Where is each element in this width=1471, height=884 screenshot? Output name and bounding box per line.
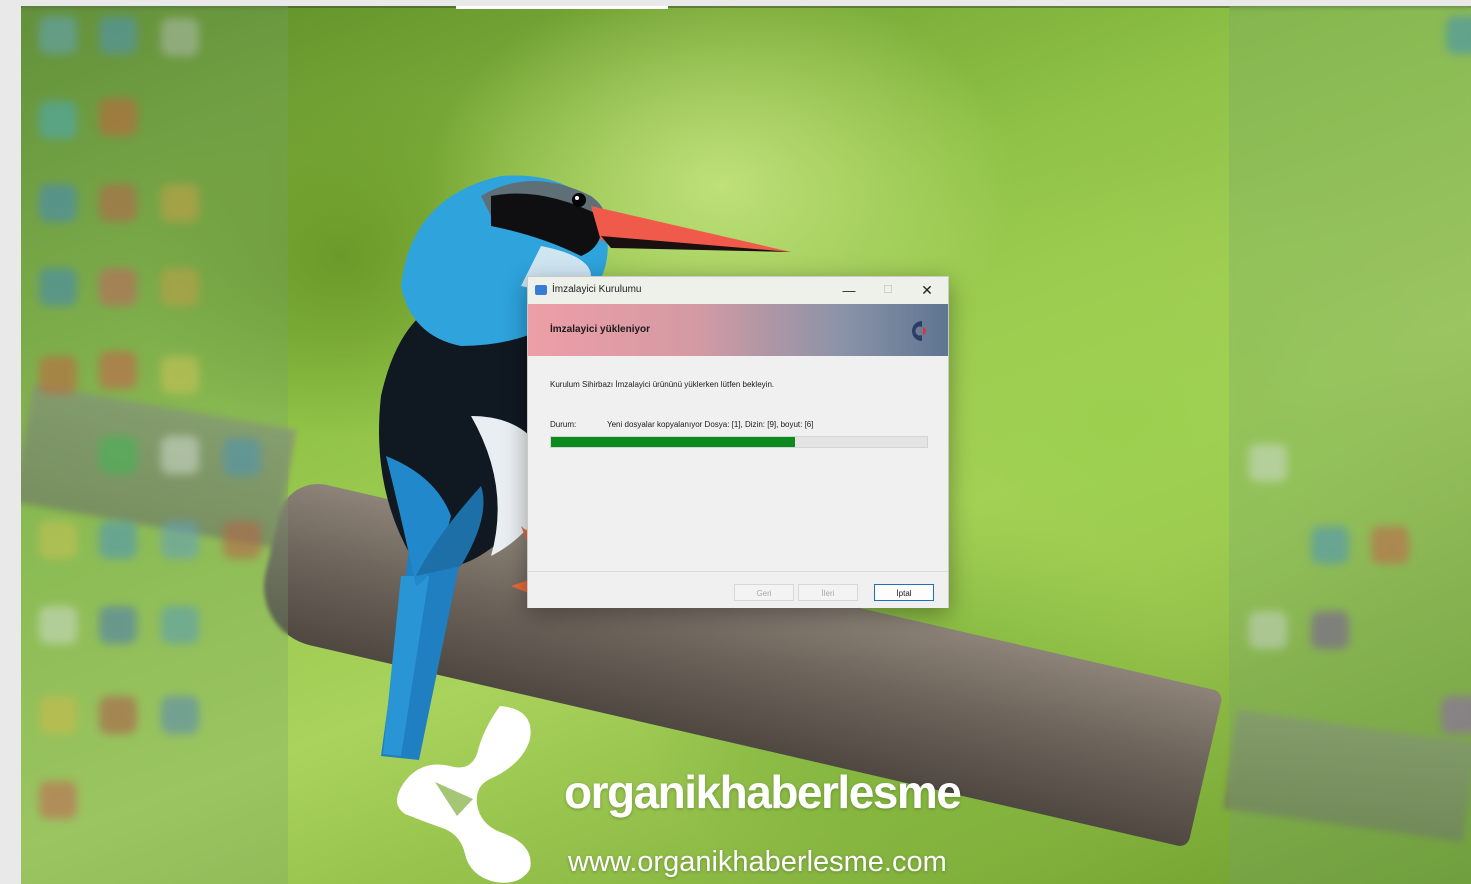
banner-title: İmzalayici yükleniyor — [550, 324, 651, 335]
status-label: Durum: — [550, 420, 577, 429]
next-button[interactable]: İleri — [798, 584, 858, 601]
header-banner: İmzalayici yükleniyor — [528, 304, 948, 356]
cancel-button[interactable]: İptal — [874, 584, 934, 601]
window-title: İmzalayici Kurulumu — [552, 284, 642, 295]
back-button[interactable]: Geri — [734, 584, 794, 601]
installer-app-icon — [535, 285, 547, 295]
button-bar: Geri İleri İptal — [528, 571, 948, 608]
maximize-button[interactable]: ☐ — [869, 277, 907, 304]
blurred-side-right — [1229, 6, 1471, 884]
progress-fill — [551, 437, 796, 447]
installer-window[interactable]: İmzalayici Kurulumu — ☐ ✕ İmzalayici yük… — [527, 276, 949, 608]
watermark-logo — [396, 706, 531, 883]
content-area: Kurulum Sihirbazı İmzalayici ürününü yük… — [528, 356, 948, 571]
minimize-button[interactable]: — — [830, 277, 868, 304]
installer-brand-logo-icon — [912, 321, 926, 341]
status-text: Yeni dosyalar kopyalanıyor Dosya: [1], D… — [607, 420, 814, 429]
progress-bar — [550, 436, 928, 448]
watermark-name: organikhaberlesme — [564, 766, 962, 818]
close-button[interactable]: ✕ — [908, 277, 946, 304]
title-bar[interactable]: İmzalayici Kurulumu — ☐ ✕ — [528, 277, 948, 304]
blurred-side-left — [21, 6, 288, 884]
top-tab-indicator — [456, 6, 668, 9]
watermark-url: www.organikhaberlesme.com — [568, 846, 947, 878]
description-text: Kurulum Sihirbazı İmzalayici ürününü yük… — [550, 380, 775, 389]
